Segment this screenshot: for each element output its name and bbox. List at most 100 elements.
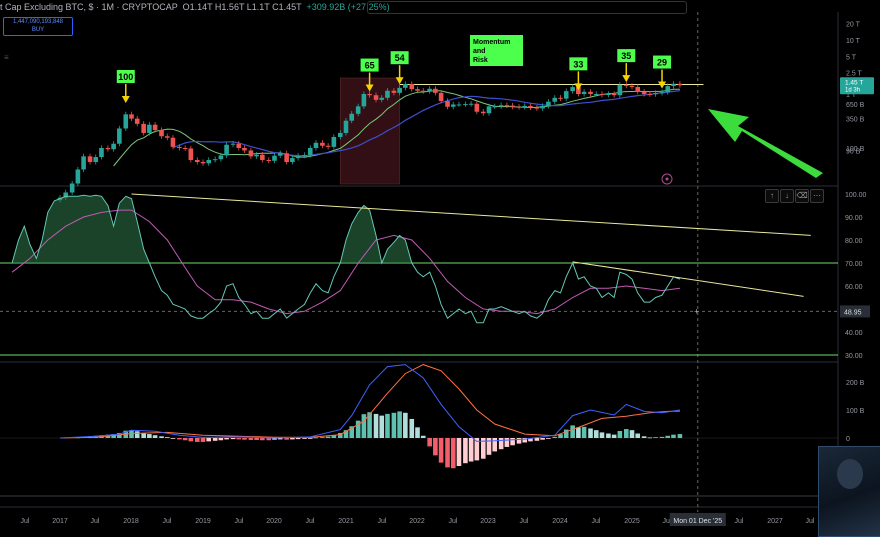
rsi-callout-label: 33: [573, 59, 583, 69]
macd-histogram-bar: [510, 438, 515, 446]
x-axis-label: Jul: [91, 518, 100, 525]
candle-body: [367, 94, 372, 96]
macd-histogram-bar: [445, 438, 450, 468]
rsi-trendline-1: [131, 193, 811, 236]
rsi-overbought-fill: [12, 195, 150, 263]
macd-histogram-bar: [307, 438, 313, 439]
rsi-axis-label: 40.00: [845, 330, 863, 337]
macd-histogram-bar: [665, 435, 671, 438]
macd-histogram-bar: [290, 438, 295, 440]
callout-arrow-head: [622, 75, 631, 83]
candle-body: [272, 155, 277, 161]
x-axis-label: 2021: [338, 518, 354, 525]
rsi-pane[interactable]: [0, 193, 838, 356]
macd-histogram-bar: [224, 438, 229, 440]
macd-axis-label: 0: [846, 436, 850, 443]
candle-body: [361, 94, 367, 107]
candle-body: [463, 104, 468, 106]
price-pane[interactable]: [57, 77, 704, 203]
x-axis-label: Jul: [449, 518, 458, 525]
candle-body: [516, 106, 522, 108]
macd-histogram-bar: [218, 438, 224, 441]
macd-histogram-bar: [456, 438, 462, 466]
price-axis-label: 5 T: [846, 54, 857, 61]
candle-body: [170, 137, 176, 147]
candle-body: [117, 128, 122, 144]
callout-arrow-head: [121, 96, 130, 103]
macd-axis-label: 100 B: [846, 408, 865, 415]
candle-body: [403, 84, 408, 88]
candle-body: [123, 114, 129, 129]
candle-body: [164, 136, 170, 138]
candle-body: [307, 148, 313, 156]
candle-body: [105, 148, 111, 150]
candle-body: [188, 148, 194, 160]
macd-histogram-bar: [635, 433, 641, 438]
rsi-trendline-2: [572, 261, 804, 297]
candle-body: [522, 105, 528, 108]
candle-body: [290, 158, 295, 163]
price-axis-label: 10 T: [846, 38, 861, 45]
macd-histogram-bar: [599, 432, 605, 438]
macd-histogram-bar: [606, 433, 611, 438]
macd-histogram-bar: [671, 434, 676, 438]
candle-body: [456, 104, 462, 106]
last-price-label: 1.45 T: [845, 79, 863, 86]
macd-histogram-bar: [623, 429, 629, 438]
x-axis-label: 2019: [195, 518, 211, 525]
candle-body: [284, 153, 289, 163]
candle-body: [540, 105, 545, 109]
candle-body: [492, 106, 498, 108]
candle-body: [450, 104, 456, 107]
price-axis-label: 350 B: [846, 117, 865, 124]
macd-histogram-bar: [588, 428, 593, 438]
candle-body: [313, 142, 319, 148]
x-axis-label: 2018: [123, 518, 139, 525]
macd-histogram-bar: [206, 438, 212, 442]
macd-histogram-bar: [254, 438, 259, 440]
candle-body: [498, 105, 504, 107]
candle-body: [277, 153, 283, 156]
candle-body: [111, 143, 116, 150]
candle-body: [653, 93, 658, 95]
candle-body: [218, 155, 224, 160]
macd-histogram-bar: [242, 438, 247, 440]
candle-body: [93, 157, 99, 163]
candle-body: [337, 132, 343, 137]
candle-body: [534, 107, 540, 109]
candle-body: [677, 83, 683, 86]
candle-body: [486, 106, 492, 114]
macd-histogram-bar: [194, 438, 200, 442]
macd-histogram-bar: [552, 436, 558, 438]
price-axis-label: 20 T: [846, 22, 861, 29]
chart-canvas[interactable]: 20 T10 T5 T2.5 T1 T650 B350 B100 B90 B10…: [0, 0, 880, 535]
macd-histogram-bar: [397, 411, 402, 438]
macd-histogram-bar: [236, 438, 242, 440]
macd-histogram-bar: [540, 438, 545, 440]
last-price-countdown: 1d 3h: [845, 87, 860, 93]
macd-pane[interactable]: [0, 364, 838, 469]
macd-histogram-bar: [463, 438, 468, 464]
candle-body: [254, 154, 259, 157]
rsi-callout-label: 100: [118, 72, 133, 82]
candle-body: [147, 124, 152, 133]
macd-histogram-bar: [295, 438, 301, 440]
macd-histogram-bar: [248, 438, 254, 440]
candle-body: [588, 91, 593, 94]
macd-histogram-bar: [468, 438, 474, 462]
macd-histogram-bar: [647, 437, 653, 439]
x-axis-label: 2027: [767, 518, 783, 525]
candle-body: [295, 155, 301, 159]
macd-histogram-bar: [141, 432, 146, 438]
candle-body: [647, 94, 653, 95]
macd-histogram-bar: [134, 431, 140, 438]
candle-body: [159, 130, 164, 137]
alert-marker-dot: [665, 177, 669, 181]
candle-body: [623, 84, 629, 86]
macd-histogram-bar: [230, 438, 236, 440]
macd-histogram-bar: [420, 435, 426, 438]
macd-histogram-bar: [593, 430, 599, 438]
candle-body: [152, 124, 158, 131]
macd-histogram-bar: [504, 438, 510, 447]
callout-arrow-head: [574, 83, 583, 91]
